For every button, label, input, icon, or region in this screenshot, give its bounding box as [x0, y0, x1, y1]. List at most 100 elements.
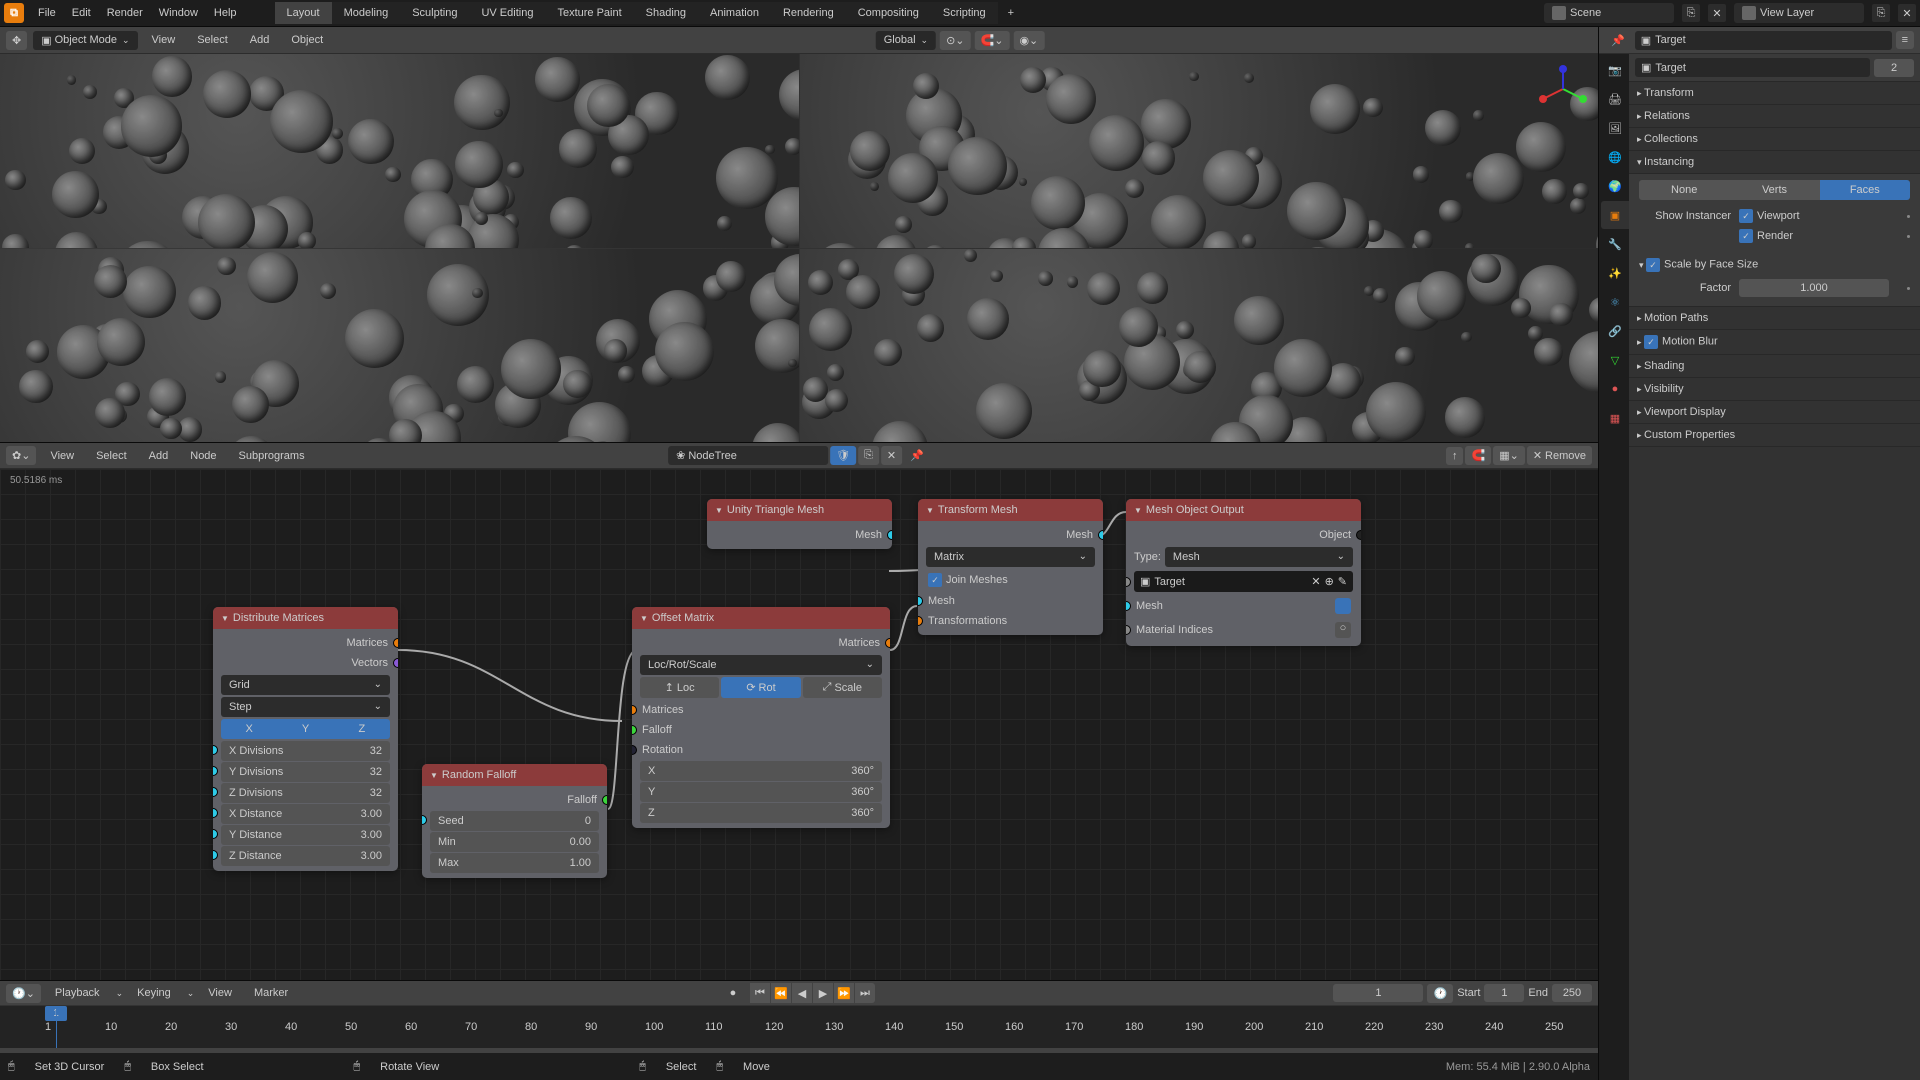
rot-x-field[interactable]: X360° — [640, 761, 882, 781]
timeline-type-icon[interactable]: 🕐⌄ — [6, 984, 41, 1003]
menu-file[interactable]: File — [30, 3, 64, 23]
max-field[interactable]: Max1.00 — [430, 853, 599, 873]
pin-icon[interactable]: 📌 — [1605, 31, 1631, 50]
app-logo-icon[interactable]: ⧉ — [4, 3, 24, 23]
scene-new-button[interactable]: ⎘ — [1682, 4, 1700, 22]
sec-visibility[interactable]: Visibility — [1629, 378, 1920, 401]
tab-particle-icon[interactable]: ✨ — [1601, 259, 1629, 287]
timeline-track[interactable]: 1 11020304050607080901001101201301401501… — [0, 1005, 1598, 1048]
users-field[interactable]: 2 — [1874, 59, 1914, 77]
object-name-field[interactable]: ▣Target — [1635, 58, 1870, 77]
menu-window[interactable]: Window — [151, 3, 206, 23]
proportional-button[interactable]: ◉⌄ — [1013, 31, 1044, 50]
axis-x-button[interactable]: X — [221, 719, 277, 739]
tab-texpaint[interactable]: Texture Paint — [545, 2, 633, 24]
dist-type-select[interactable]: Grid — [221, 675, 390, 695]
parent-tree-button[interactable]: ↑ — [1446, 447, 1464, 465]
sec-viewport[interactable]: Viewport Display — [1629, 401, 1920, 424]
inst-faces-button[interactable]: Faces — [1820, 180, 1910, 200]
sec-custom[interactable]: Custom Properties — [1629, 424, 1920, 447]
matrix-select[interactable]: Matrix — [926, 547, 1095, 567]
ne-menu-select[interactable]: Select — [88, 446, 135, 466]
sec-relations[interactable]: Relations — [1629, 105, 1920, 128]
min-field[interactable]: Min0.00 — [430, 832, 599, 852]
rot-y-field[interactable]: Y360° — [640, 782, 882, 802]
node-mesh-output[interactable]: Mesh Object Output Object Type:Mesh ▣Tar… — [1126, 499, 1361, 646]
jump-end-button[interactable]: ⏭ — [855, 983, 875, 1003]
tab-material-icon[interactable]: ● — [1601, 375, 1629, 403]
eyedropper-icon[interactable]: ✎ — [1338, 575, 1347, 588]
tab-scene-icon[interactable]: 🌐 — [1601, 143, 1629, 171]
anim-dot[interactable] — [1907, 215, 1910, 218]
scene-selector[interactable]: Scene — [1544, 3, 1674, 23]
tab-viewlayer-icon[interactable]: 🖼 — [1601, 114, 1629, 142]
mode-selector[interactable]: ▣Object Mode⌄ — [33, 31, 137, 50]
render-checkbox[interactable]: ✓ — [1739, 229, 1753, 243]
tl-marker[interactable]: Marker — [246, 983, 296, 1003]
dist-step-select[interactable]: Step — [221, 697, 390, 717]
3d-viewport[interactable] — [0, 54, 1598, 442]
remove-button[interactable]: ✕ Remove — [1527, 446, 1592, 465]
factor-field[interactable]: 1.000 — [1739, 279, 1889, 297]
xdist-field[interactable]: X Distance3.00 — [221, 804, 390, 824]
node-unity-mesh[interactable]: Unity Triangle Mesh Mesh — [707, 499, 892, 549]
node-title[interactable]: Transform Mesh — [918, 499, 1103, 521]
nodetree-selector[interactable]: ❀ NodeTree — [668, 446, 828, 465]
pin-icon[interactable]: 📌 — [904, 446, 930, 465]
vp-menu-view[interactable]: View — [144, 30, 184, 50]
ydiv-field[interactable]: Y Divisions32 — [221, 762, 390, 782]
node-title[interactable]: Distribute Matrices — [213, 607, 398, 629]
options-icon[interactable]: ≡ — [1896, 31, 1914, 49]
tab-animation[interactable]: Animation — [698, 2, 771, 24]
tab-constraint-icon[interactable]: 🔗 — [1601, 317, 1629, 345]
sec-collections[interactable]: Collections — [1629, 128, 1920, 151]
xdiv-field[interactable]: X Divisions32 — [221, 741, 390, 761]
vp-menu-add[interactable]: Add — [242, 30, 278, 50]
tab-sculpting[interactable]: Sculpting — [400, 2, 469, 24]
tab-layout[interactable]: Layout — [275, 2, 332, 24]
viewport-checkbox[interactable]: ✓ — [1739, 209, 1753, 223]
ne-menu-view[interactable]: View — [42, 446, 82, 466]
sec-instancing[interactable]: Instancing — [1629, 151, 1920, 174]
tl-keying[interactable]: Keying — [129, 983, 179, 1003]
tab-modeling[interactable]: Modeling — [332, 2, 401, 24]
snap-button[interactable]: 🧲⌄ — [975, 31, 1010, 50]
inst-none-button[interactable]: None — [1639, 180, 1729, 200]
cursor-tool-icon[interactable]: ✥ — [6, 31, 27, 50]
play-button[interactable]: ▶ — [813, 983, 833, 1003]
anim-dot[interactable] — [1907, 235, 1910, 238]
end-frame-field[interactable]: 250 — [1552, 984, 1592, 1002]
mat-toggle-icon[interactable]: ○ — [1335, 622, 1351, 638]
ydist-field[interactable]: Y Distance3.00 — [221, 825, 390, 845]
rot-z-field[interactable]: Z360° — [640, 803, 882, 823]
axis-y-button[interactable]: Y — [277, 719, 333, 739]
zdist-field[interactable]: Z Distance3.00 — [221, 846, 390, 866]
axis-z-button[interactable]: Z — [334, 719, 390, 739]
tab-output-icon[interactable]: 🖨 — [1601, 85, 1629, 113]
clear-icon[interactable]: ✕ — [1311, 575, 1320, 588]
seed-field[interactable]: Seed0 — [430, 811, 599, 831]
keyframe-next-button[interactable]: ⏩ — [834, 983, 854, 1003]
viewlayer-delete-button[interactable]: ✕ — [1898, 4, 1916, 22]
node-title[interactable]: Random Falloff — [422, 764, 607, 786]
menu-render[interactable]: Render — [99, 3, 151, 23]
snap-node-button[interactable]: 🧲 — [1465, 446, 1491, 465]
nodetree-unlink-button[interactable]: ✕ — [881, 446, 902, 465]
pinned-object[interactable]: ▣Target — [1635, 31, 1892, 50]
tab-rendering[interactable]: Rendering — [771, 2, 846, 24]
nodetree-new-button[interactable]: ⎘ — [858, 446, 879, 465]
play-reverse-button[interactable]: ◀ — [792, 983, 812, 1003]
editor-type-icon[interactable]: ✿⌄ — [6, 446, 36, 465]
mesh-toggle-icon[interactable] — [1335, 598, 1351, 614]
vp-menu-object[interactable]: Object — [283, 30, 331, 50]
autokey-button[interactable]: ● — [723, 983, 743, 1003]
vp-menu-select[interactable]: Select — [189, 30, 236, 50]
node-title[interactable]: Unity Triangle Mesh — [707, 499, 892, 521]
axis-gizmo-icon[interactable] — [1538, 64, 1588, 114]
node-random-falloff[interactable]: Random Falloff Falloff Seed0 Min0.00 Max… — [422, 764, 607, 878]
node-title[interactable]: Offset Matrix — [632, 607, 890, 629]
orientation-selector[interactable]: Global⌄ — [876, 31, 936, 50]
node-title[interactable]: Mesh Object Output — [1126, 499, 1361, 521]
tl-view[interactable]: View — [200, 983, 240, 1003]
tab-physics-icon[interactable]: ⚛ — [1601, 288, 1629, 316]
